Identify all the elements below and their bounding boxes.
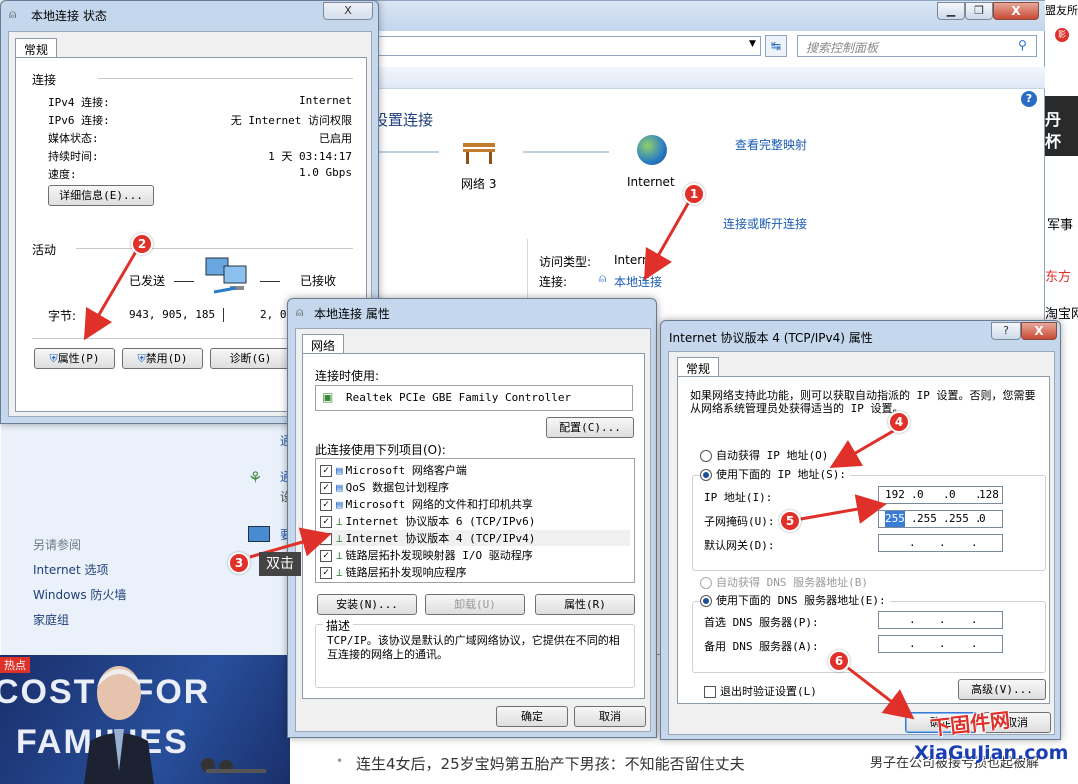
annotation-arrows <box>83 199 915 720</box>
watermark-url: XiaGuJian.com <box>914 742 1069 764</box>
step-badge-4: 4 <box>888 411 910 433</box>
arrow-5 <box>794 494 887 524</box>
arrow-6 <box>847 666 915 720</box>
double-click-hint: 双击 <box>259 552 301 576</box>
step-badge-3: 3 <box>228 552 250 574</box>
step-badge-5: 5 <box>779 510 801 532</box>
step-badge-1: 1 <box>683 183 705 205</box>
step-badge-2: 2 <box>131 233 153 255</box>
arrow-4 <box>829 428 896 469</box>
arrow-2 <box>83 247 140 341</box>
arrow-1 <box>644 199 692 281</box>
step-badge-6: 6 <box>828 650 850 672</box>
